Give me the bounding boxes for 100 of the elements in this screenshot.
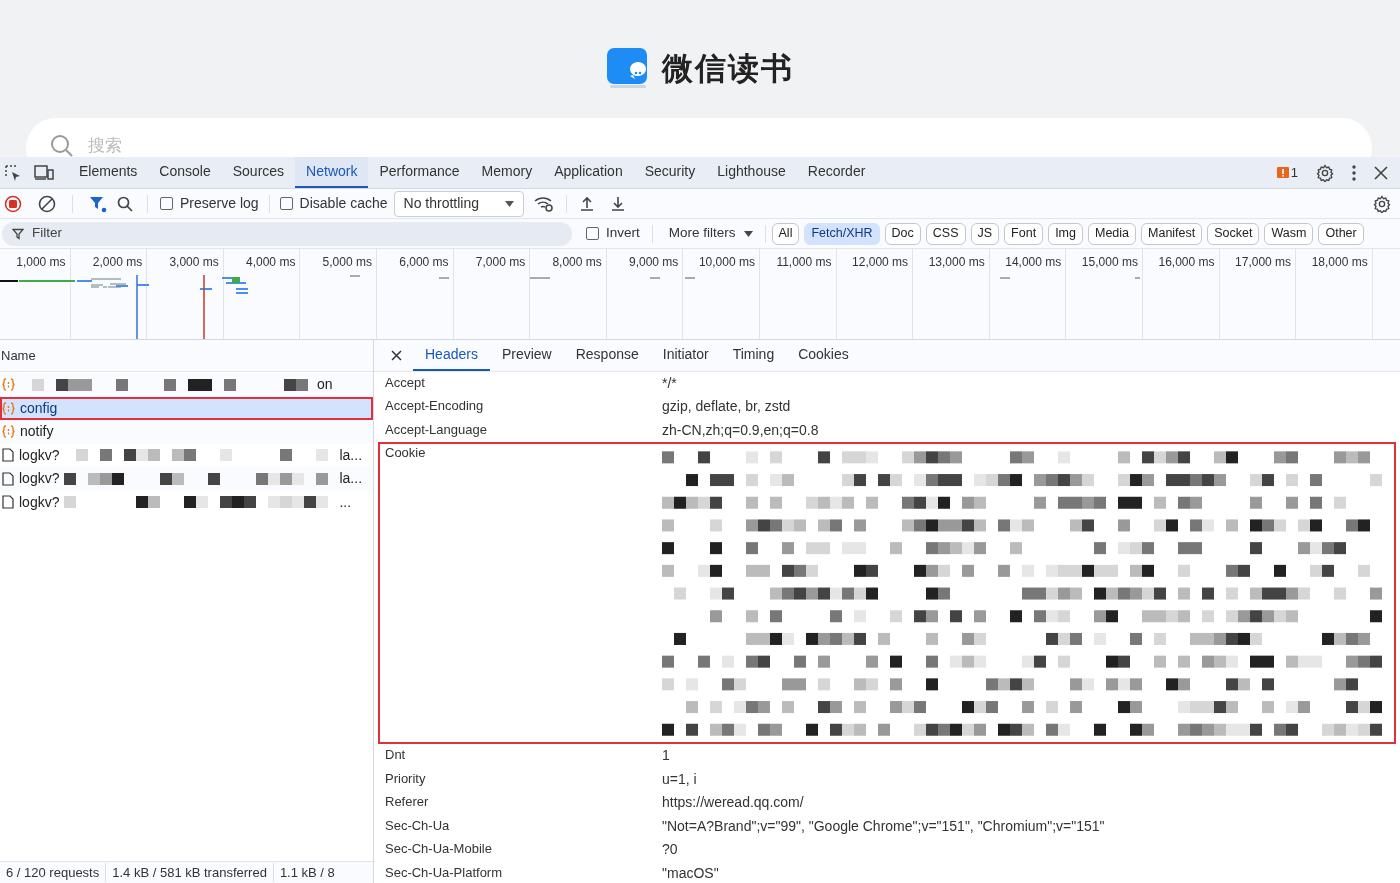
issue-flag-icon bbox=[1276, 166, 1289, 179]
close-icon[interactable] bbox=[391, 349, 402, 361]
detail-tab[interactable]: Initiator bbox=[650, 340, 721, 371]
tick-label: 18,000 ms bbox=[1311, 254, 1368, 271]
request-name: logkv? bbox=[19, 469, 60, 489]
device-toolbar-icon[interactable] bbox=[34, 164, 54, 181]
document-icon bbox=[2, 471, 14, 486]
panel-tab[interactable]: Sources bbox=[221, 157, 296, 188]
tick-label: 7,000 ms bbox=[475, 254, 526, 271]
upload-icon[interactable] bbox=[578, 195, 595, 212]
preserve-log-checkbox[interactable]: Preserve log bbox=[160, 193, 259, 214]
settings-icon[interactable] bbox=[1373, 194, 1391, 213]
tick-label: 1,000 ms bbox=[16, 254, 66, 271]
request-row[interactable]: config bbox=[0, 396, 373, 420]
type-filter-chip[interactable]: Manifest bbox=[1141, 222, 1203, 245]
search-icon bbox=[50, 134, 74, 157]
panel-tab[interactable]: Memory bbox=[470, 157, 544, 188]
network-conditions-icon[interactable] bbox=[533, 195, 554, 212]
detail-tab[interactable]: Cookies bbox=[786, 340, 861, 371]
header-name: Sec-Ch-Ua-Platform bbox=[384, 863, 504, 882]
tick-label: 11,000 ms bbox=[776, 254, 832, 271]
request-row[interactable]: notify bbox=[0, 420, 373, 444]
panel-tab[interactable]: Security bbox=[633, 157, 707, 188]
record-stop-icon[interactable] bbox=[4, 194, 22, 213]
logo-icon bbox=[606, 47, 650, 90]
tick-label: 6,000 ms bbox=[399, 254, 449, 271]
braces-icon bbox=[2, 401, 15, 415]
throttling-dropdown[interactable]: No throttling bbox=[393, 190, 524, 217]
download-icon[interactable] bbox=[609, 195, 626, 212]
tick-label: 17,000 ms bbox=[1235, 254, 1292, 271]
tick-label: 2,000 ms bbox=[92, 254, 143, 271]
type-filter-chip[interactable]: Doc bbox=[884, 222, 921, 245]
clear-icon[interactable] bbox=[38, 194, 56, 213]
panel-tab[interactable]: Console bbox=[148, 157, 222, 188]
inspect-icon[interactable] bbox=[4, 163, 22, 182]
header-name: Accept-Language bbox=[384, 420, 488, 439]
header-name: Cookie bbox=[384, 444, 427, 463]
braces-icon bbox=[2, 378, 15, 392]
type-filter-chip[interactable]: JS bbox=[970, 222, 1000, 245]
tick-label: 3,000 ms bbox=[169, 254, 219, 271]
status-text: 1.4 kB / 581 kB transferred bbox=[105, 862, 273, 883]
issues-badge[interactable]: 1 bbox=[1276, 162, 1298, 183]
request-name: la... bbox=[339, 445, 363, 465]
type-filter-chip[interactable]: Socket bbox=[1207, 222, 1260, 245]
panel-tab[interactable]: Elements bbox=[68, 157, 149, 188]
header-value: "macOS" bbox=[662, 864, 719, 881]
close-icon[interactable] bbox=[1374, 165, 1388, 180]
panel-tab[interactable]: Network bbox=[295, 157, 369, 188]
request-name: ... bbox=[339, 492, 352, 512]
header-value: ?0 bbox=[662, 841, 678, 858]
tick-label: 15,000 ms bbox=[1081, 254, 1138, 271]
header-name: Sec-Ch-Ua bbox=[384, 816, 451, 835]
request-row[interactable]: logkv? la... bbox=[0, 467, 373, 491]
tick-label: 13,000 ms bbox=[928, 254, 985, 271]
more-filters-dropdown[interactable]: More filters bbox=[668, 223, 753, 244]
request-name: on bbox=[317, 375, 333, 395]
search-icon[interactable] bbox=[117, 195, 133, 212]
header-name: Dnt bbox=[384, 746, 407, 765]
header-value: zh-CN,zh;q=0.9,en;q=0.8 bbox=[662, 421, 819, 438]
panel-tab[interactable]: Application bbox=[543, 157, 634, 188]
header-value: 1 bbox=[662, 747, 670, 764]
type-filter-chip[interactable]: All bbox=[771, 222, 800, 245]
filter-icon bbox=[12, 227, 24, 240]
detail-tab[interactable]: Headers bbox=[413, 340, 490, 371]
tick-label: 10,000 ms bbox=[698, 254, 755, 271]
panel-tab[interactable]: Lighthouse bbox=[706, 157, 797, 188]
more-options-icon[interactable] bbox=[1352, 164, 1356, 181]
document-icon bbox=[2, 448, 14, 463]
detail-tab[interactable]: Timing bbox=[720, 340, 787, 371]
tick-label: 5,000 ms bbox=[322, 254, 372, 271]
filter-icon[interactable] bbox=[89, 194, 107, 213]
document-icon bbox=[2, 495, 14, 510]
type-filter-chip[interactable]: Wasm bbox=[1264, 222, 1314, 245]
type-filter-chip[interactable]: CSS bbox=[925, 222, 966, 245]
invert-checkbox[interactable]: Invert bbox=[586, 223, 640, 244]
logo-text: 微信读书 bbox=[662, 49, 794, 88]
tick-label: 12,000 ms bbox=[852, 254, 909, 271]
filter-field[interactable]: Filter bbox=[2, 221, 572, 246]
tick-label: 8,000 ms bbox=[552, 254, 602, 271]
type-filter-chip[interactable]: Media bbox=[1087, 222, 1136, 245]
status-text: 1.1 kB / 8 bbox=[272, 862, 341, 883]
request-name: config bbox=[20, 398, 58, 418]
type-filter-chip[interactable]: Font bbox=[1004, 222, 1044, 245]
detail-tab[interactable]: Response bbox=[563, 340, 651, 371]
column-header[interactable]: Name bbox=[0, 345, 36, 366]
header-name: Sec-Ch-Ua-Mobile bbox=[384, 840, 493, 859]
panel-tab[interactable]: Performance bbox=[368, 157, 471, 188]
type-filter-chip[interactable]: Other bbox=[1318, 222, 1364, 245]
panel-tab[interactable]: Recorder bbox=[796, 157, 877, 188]
type-filter-chip[interactable]: Fetch/XHR bbox=[804, 222, 880, 245]
header-name: Accept-Encoding bbox=[384, 397, 485, 416]
tick-label: 4,000 ms bbox=[246, 254, 296, 271]
type-filter-chip[interactable]: Img bbox=[1048, 222, 1083, 245]
request-name: notify bbox=[20, 422, 54, 442]
settings-icon[interactable] bbox=[1316, 163, 1334, 182]
request-name: la... bbox=[339, 469, 363, 489]
request-row[interactable]: on bbox=[0, 373, 373, 397]
disable-cache-checkbox[interactable]: Disable cache bbox=[279, 193, 388, 214]
detail-tab[interactable]: Preview bbox=[489, 340, 564, 371]
status-text: 6 / 120 requests bbox=[5, 863, 101, 882]
